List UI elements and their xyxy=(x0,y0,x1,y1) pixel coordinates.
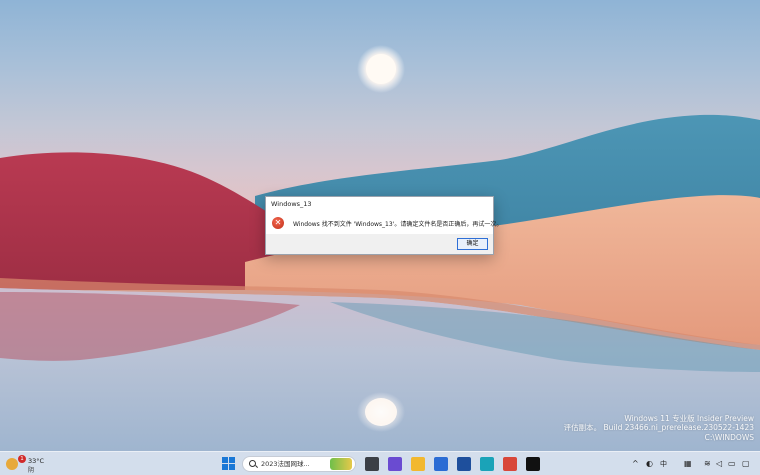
mail-icon[interactable] xyxy=(457,457,471,471)
search-highlight-text: 2023法国网球... xyxy=(261,460,310,468)
weather-temperature: 33°C xyxy=(28,457,45,465)
weather-widget[interactable]: 1 33°C 阴 xyxy=(4,454,54,474)
notification-badge: 1 xyxy=(18,455,26,463)
dialog-body: ✕ Windows 找不到文件 'Windows_13'。请确定文件名是否正确后… xyxy=(266,212,502,234)
dialog-message: Windows 找不到文件 'Windows_13'。请确定文件名是否正确后，再… xyxy=(293,220,503,228)
windows-logo-pane xyxy=(229,457,235,463)
windows-logo-pane xyxy=(229,464,235,470)
error-icon: ✕ xyxy=(272,217,284,229)
windows-logo-pane xyxy=(222,464,228,470)
taskbar-search[interactable]: 2023法国网球... xyxy=(242,456,356,472)
start-button[interactable] xyxy=(222,457,236,471)
chrome-icon[interactable] xyxy=(503,457,517,471)
edge-icon[interactable] xyxy=(480,457,494,471)
windows-build-watermark: Windows 11 专业版 Insider Preview 评估副本。 Bui… xyxy=(564,414,754,443)
input-language-indicator[interactable]: 中 xyxy=(660,457,667,471)
task-view-icon[interactable] xyxy=(365,457,379,471)
battery-icon[interactable]: ▭ xyxy=(728,457,736,471)
wifi-icon[interactable]: ≋ xyxy=(704,457,711,471)
dialog-footer: 确定 xyxy=(266,234,493,254)
file-explorer-icon[interactable] xyxy=(411,457,425,471)
keyboard-icon[interactable]: ▦ xyxy=(684,457,692,471)
chevron-up-icon[interactable]: ^ xyxy=(632,457,639,471)
watermark-line-3: C:\WINDOWS xyxy=(704,432,754,442)
error-dialog[interactable]: Windows_13 ✕ Windows 找不到文件 'Windows_13'。… xyxy=(265,196,502,255)
store-icon[interactable] xyxy=(434,457,448,471)
search-highlight-image xyxy=(330,458,352,470)
tray-app-icon[interactable]: ◐ xyxy=(646,457,653,471)
weather-icon xyxy=(6,458,18,470)
volume-icon[interactable]: ◁ xyxy=(716,457,722,471)
watermark-line-1: Windows 11 专业版 Insider Preview xyxy=(624,413,754,423)
sun-reflection-glow xyxy=(357,392,405,432)
meet-icon[interactable] xyxy=(388,457,402,471)
watermark-line-2: 评估副本。 Build 23466.ni_prerelease.230522-1… xyxy=(563,423,754,432)
windows-logo-icon xyxy=(222,457,228,463)
weather-description: 阴 xyxy=(28,467,35,474)
dialog-title: Windows_13 xyxy=(271,200,312,208)
search-icon xyxy=(249,460,256,467)
sun-core xyxy=(366,54,396,84)
ok-button[interactable]: 确定 xyxy=(457,238,488,250)
taskbar: 1 33°C 阴 2023法国网球... ^ ◐ 中 ▦ ≋ ◁ ▭ ▢ xyxy=(0,451,760,475)
penguin-icon[interactable] xyxy=(526,457,540,471)
notification-icon[interactable]: ▢ xyxy=(742,457,750,471)
